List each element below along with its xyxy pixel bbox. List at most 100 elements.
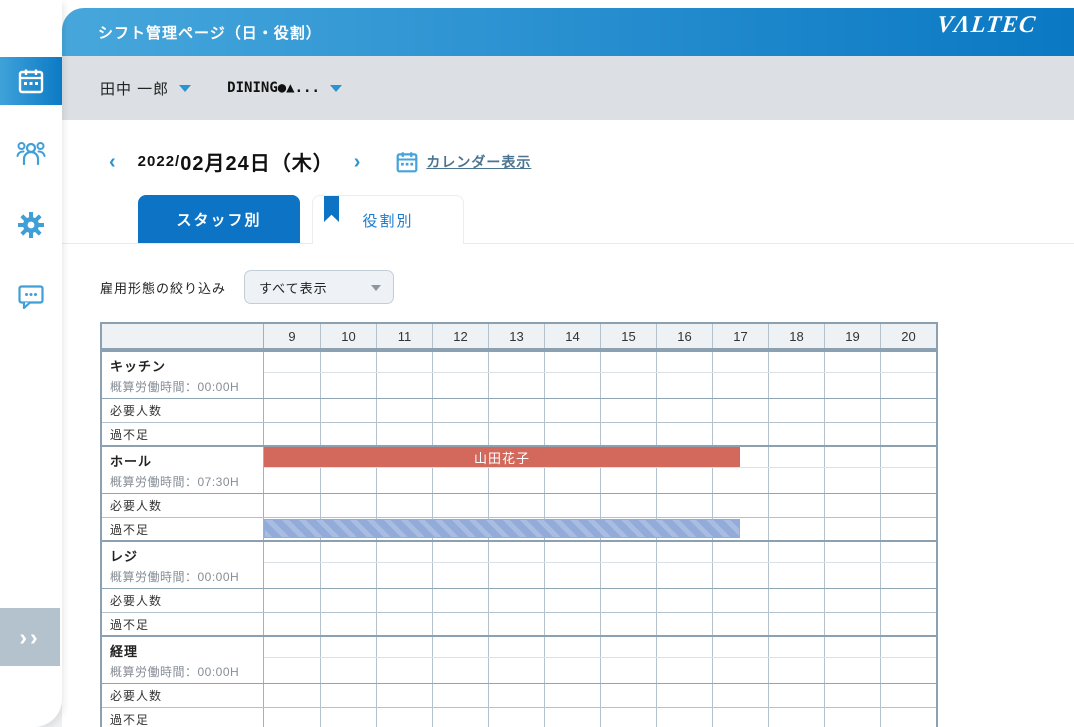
hour-cell[interactable] bbox=[320, 613, 376, 635]
hour-cell[interactable] bbox=[264, 423, 320, 445]
hour-cell[interactable] bbox=[656, 563, 712, 588]
hour-cell[interactable] bbox=[880, 423, 936, 445]
hour-cell[interactable] bbox=[656, 423, 712, 445]
hour-cell[interactable] bbox=[768, 352, 824, 372]
hour-cell[interactable] bbox=[712, 399, 768, 422]
hour-cell[interactable] bbox=[488, 494, 544, 517]
hour-cell[interactable] bbox=[712, 637, 768, 657]
hour-cell[interactable] bbox=[264, 542, 320, 562]
hour-cell[interactable] bbox=[376, 423, 432, 445]
hour-cell[interactable] bbox=[712, 708, 768, 727]
hour-cell[interactable] bbox=[488, 637, 544, 657]
hour-cell[interactable] bbox=[768, 613, 824, 635]
hour-cell[interactable] bbox=[376, 373, 432, 398]
hour-cell[interactable] bbox=[264, 658, 320, 683]
hour-cell[interactable] bbox=[544, 684, 600, 707]
hour-cell[interactable] bbox=[656, 708, 712, 727]
hour-cell[interactable] bbox=[880, 613, 936, 635]
hour-cell[interactable] bbox=[432, 658, 488, 683]
hour-cell[interactable] bbox=[376, 542, 432, 562]
hour-cell[interactable] bbox=[376, 613, 432, 635]
hour-cell[interactable] bbox=[600, 494, 656, 517]
hour-cell[interactable] bbox=[712, 563, 768, 588]
hour-cell[interactable] bbox=[376, 684, 432, 707]
hour-cell[interactable] bbox=[432, 542, 488, 562]
user-selector[interactable]: 田中 一郎 bbox=[100, 78, 191, 99]
hour-cell[interactable] bbox=[824, 352, 880, 372]
hour-cell[interactable] bbox=[544, 373, 600, 398]
hour-cell[interactable] bbox=[264, 563, 320, 588]
hour-cell[interactable] bbox=[376, 708, 432, 727]
hour-cell[interactable] bbox=[432, 563, 488, 588]
hour-cell[interactable] bbox=[824, 708, 880, 727]
hour-cell[interactable] bbox=[768, 447, 824, 467]
hour-cell[interactable] bbox=[600, 589, 656, 612]
hour-cell[interactable] bbox=[712, 423, 768, 445]
hour-cell[interactable] bbox=[656, 373, 712, 398]
hour-cell[interactable] bbox=[320, 494, 376, 517]
hour-cell[interactable] bbox=[712, 542, 768, 562]
employment-filter-select[interactable]: すべて表示 bbox=[244, 270, 394, 304]
prev-day-button[interactable]: ‹ bbox=[105, 152, 120, 172]
hour-cell[interactable] bbox=[824, 684, 880, 707]
hour-cell[interactable] bbox=[264, 589, 320, 612]
hour-cell[interactable] bbox=[320, 399, 376, 422]
hour-cell[interactable] bbox=[768, 637, 824, 657]
hour-cell[interactable] bbox=[824, 658, 880, 683]
hour-cell[interactable] bbox=[880, 399, 936, 422]
hour-cell[interactable] bbox=[432, 352, 488, 372]
hour-cell[interactable] bbox=[880, 494, 936, 517]
hour-cell[interactable] bbox=[768, 373, 824, 398]
hour-cell[interactable] bbox=[488, 399, 544, 422]
hour-cell[interactable] bbox=[600, 637, 656, 657]
hour-cell[interactable] bbox=[264, 494, 320, 517]
hour-cell[interactable] bbox=[544, 613, 600, 635]
hour-cell[interactable] bbox=[656, 494, 712, 517]
hour-cell[interactable] bbox=[320, 352, 376, 372]
hour-cell[interactable] bbox=[656, 684, 712, 707]
hour-cell[interactable] bbox=[768, 423, 824, 445]
hour-cell[interactable] bbox=[544, 542, 600, 562]
hour-cell[interactable] bbox=[768, 399, 824, 422]
hour-cell[interactable] bbox=[432, 399, 488, 422]
hour-cell[interactable] bbox=[488, 468, 544, 493]
hour-cell[interactable] bbox=[264, 708, 320, 727]
hour-cell[interactable] bbox=[600, 373, 656, 398]
hour-cell[interactable] bbox=[880, 637, 936, 657]
hour-cell[interactable] bbox=[824, 542, 880, 562]
hour-cell[interactable] bbox=[880, 447, 936, 467]
hour-cell[interactable] bbox=[600, 684, 656, 707]
hour-cell[interactable] bbox=[600, 708, 656, 727]
hour-cell[interactable] bbox=[656, 468, 712, 493]
hour-cell[interactable] bbox=[600, 563, 656, 588]
hour-cell[interactable] bbox=[544, 494, 600, 517]
hour-cell[interactable] bbox=[320, 637, 376, 657]
hour-cell[interactable] bbox=[320, 373, 376, 398]
hour-cell[interactable] bbox=[432, 373, 488, 398]
hour-cell[interactable] bbox=[656, 658, 712, 683]
hour-cell[interactable] bbox=[488, 613, 544, 635]
hour-cell[interactable] bbox=[824, 613, 880, 635]
hour-cell[interactable] bbox=[488, 658, 544, 683]
hour-cell[interactable] bbox=[264, 613, 320, 635]
sidebar-item-chat[interactable] bbox=[0, 273, 62, 321]
hour-cell[interactable] bbox=[488, 708, 544, 727]
hour-cell[interactable] bbox=[320, 468, 376, 493]
hour-cell[interactable] bbox=[880, 708, 936, 727]
hour-cell[interactable] bbox=[600, 352, 656, 372]
hour-cell[interactable] bbox=[376, 637, 432, 657]
hour-cell[interactable] bbox=[824, 589, 880, 612]
hour-cell[interactable] bbox=[376, 658, 432, 683]
hour-cell[interactable] bbox=[264, 637, 320, 657]
hour-cell[interactable] bbox=[880, 468, 936, 493]
hour-cell[interactable] bbox=[432, 684, 488, 707]
hour-cell[interactable] bbox=[768, 542, 824, 562]
hour-cell[interactable] bbox=[656, 613, 712, 635]
hour-cell[interactable] bbox=[712, 658, 768, 683]
hour-cell[interactable] bbox=[656, 399, 712, 422]
hour-cell[interactable] bbox=[880, 658, 936, 683]
calendar-view-link[interactable]: カレンダー表示 bbox=[396, 151, 531, 173]
hour-cell[interactable] bbox=[712, 468, 768, 493]
hour-cell[interactable] bbox=[656, 589, 712, 612]
hour-cell[interactable] bbox=[600, 423, 656, 445]
